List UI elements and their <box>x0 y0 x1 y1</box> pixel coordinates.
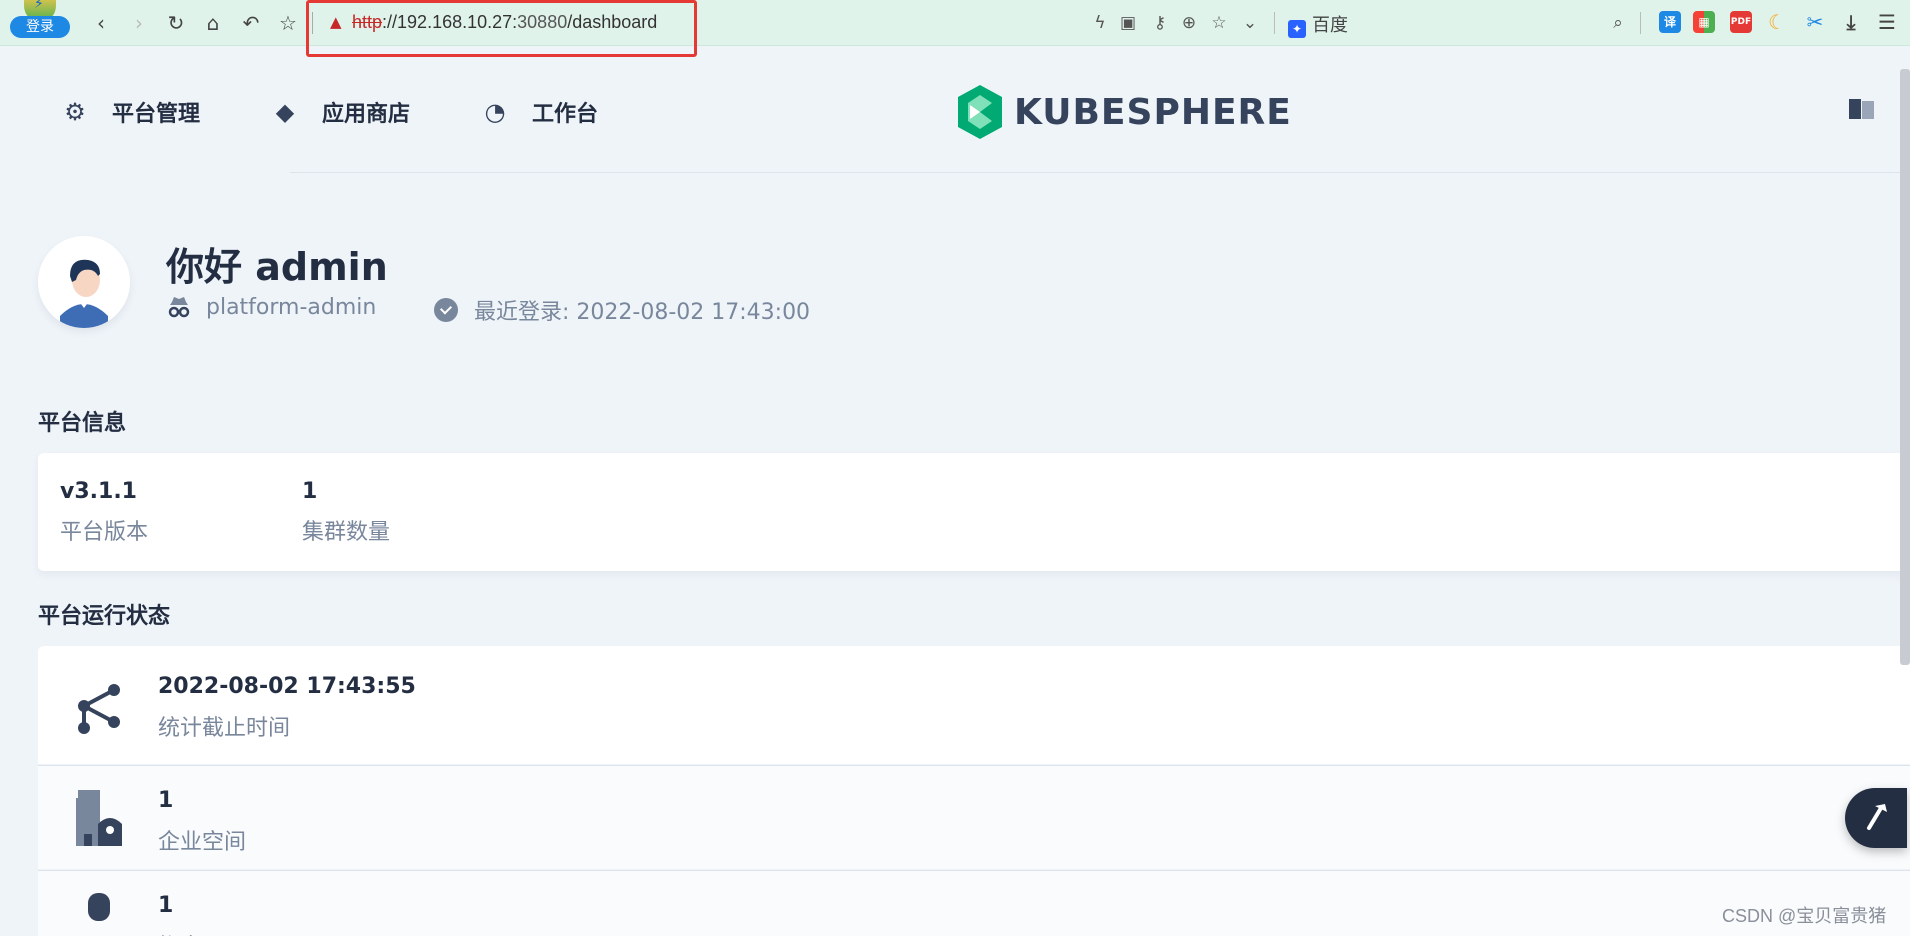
user-icon <box>88 893 110 921</box>
browser-toolbar: ⚡ 登录 ‹ › ↻ ⌂ ↶ ☆ ▲ http://192.168.10.27:… <box>0 0 1910 57</box>
search-engine-label: 百度 <box>1312 15 1348 36</box>
role-label: platform-admin <box>206 294 377 320</box>
home-icon[interactable]: ⌂ <box>200 10 226 36</box>
download-icon[interactable]: ⤓ <box>1840 11 1862 33</box>
bookmark-star-icon[interactable]: ☆ <box>275 10 301 36</box>
browser-login-badge[interactable]: ⚡ 登录 <box>10 0 70 40</box>
url-separator <box>312 12 313 34</box>
user-avatar-icon <box>38 236 130 328</box>
pdf-extension-icon[interactable]: PDF <box>1730 11 1752 33</box>
toolbox-button[interactable] <box>1845 788 1907 848</box>
refresh-icon[interactable]: ↻ <box>163 10 189 36</box>
insecure-warning-icon[interactable]: ▲ <box>330 13 342 31</box>
platform-status-title: 平台运行状态 <box>38 604 171 629</box>
status-row-stat-time: 2022-08-02 17:43:55 统计截止时间 <box>38 646 1910 764</box>
undo-icon[interactable]: ↶ <box>238 10 264 36</box>
key-icon[interactable]: ⚷ <box>1148 11 1172 35</box>
favorite-icon[interactable]: ☆ <box>1207 11 1231 35</box>
nav-app-store[interactable]: ◆ 应用商店 <box>270 97 410 127</box>
status-row-accounts[interactable]: 1 帐户 <box>38 870 1910 936</box>
building-icon <box>76 790 122 846</box>
last-login-text: 最近登录: 2022-08-02 17:43:00 <box>474 300 811 325</box>
kubesphere-logo[interactable]: KUBESPHERE <box>956 85 1292 139</box>
page-scrollbar[interactable] <box>1900 69 1910 665</box>
status-row-workspaces[interactable]: 1 企业空间 <box>38 765 1910 869</box>
incognito-icon <box>168 297 190 318</box>
cluster-count-label: 集群数量 <box>302 520 391 545</box>
platform-info-title: 平台信息 <box>38 411 127 436</box>
gear-icon: ⚙ <box>64 98 86 126</box>
platform-info-card: v3.1.1 平台版本 1 集群数量 <box>38 453 1910 571</box>
url-text[interactable]: http://192.168.10.27:30880/dashboard <box>352 12 657 33</box>
nav-label: 平台管理 <box>112 102 201 127</box>
login-label: 登录 <box>10 16 70 38</box>
last-login: 最近登录: 2022-08-02 17:43:00 <box>434 294 810 326</box>
cluster-count-value: 1 <box>302 479 318 504</box>
chevron-down-icon[interactable]: ⌄ <box>1238 11 1262 35</box>
zoom-icon[interactable]: ⊕ <box>1177 11 1201 35</box>
layers-icon: ◆ <box>275 98 295 126</box>
platform-version-value: v3.1.1 <box>60 479 137 504</box>
toolbar-divider <box>1640 12 1641 34</box>
hammer-icon <box>1867 804 1887 830</box>
kubesphere-logo-icon <box>958 85 1002 139</box>
stat-time-label: 统计截止时间 <box>158 716 291 741</box>
stat-time-value: 2022-08-02 17:43:55 <box>158 674 416 699</box>
dashboard-icon: ◔ <box>484 98 506 126</box>
workspaces-label: 企业空间 <box>158 830 247 855</box>
accounts-value: 1 <box>158 893 174 918</box>
nav-label: 应用商店 <box>322 102 411 127</box>
share-icon <box>78 684 120 734</box>
search-icon[interactable]: ⌕ <box>1606 11 1630 35</box>
search-engine-selector[interactable]: ✦ 百度 <box>1288 11 1348 38</box>
clock-icon <box>434 298 458 322</box>
accounts-label: 帐户 <box>158 929 202 936</box>
avatar[interactable] <box>38 236 130 328</box>
platform-version: v3.1.1 平台版本 <box>60 479 148 546</box>
platform-version-label: 平台版本 <box>60 520 149 545</box>
url-port: 30880 <box>517 12 568 32</box>
nav-label: 工作台 <box>532 102 599 127</box>
user-role: platform-admin <box>166 294 376 320</box>
nav-workbench[interactable]: ◔ 工作台 <box>480 97 599 127</box>
back-icon[interactable]: ‹ <box>88 10 114 36</box>
translate-extension-icon[interactable]: 译 <box>1659 11 1681 33</box>
url-protocol: http <box>352 12 383 32</box>
moon-icon[interactable]: ☾ <box>1766 11 1788 33</box>
baidu-paw-icon: ✦ <box>1288 20 1306 38</box>
greeting-title: 你好 admin <box>166 245 388 289</box>
docs-book-icon[interactable] <box>1849 99 1875 119</box>
brand-name: KUBESPHERE <box>1014 91 1292 133</box>
workspaces-value: 1 <box>158 788 174 813</box>
app-header: ⚙ 平台管理 ◆ 应用商店 ◔ 工作台 KUBESPHERE <box>0 47 1910 173</box>
qrcode-icon[interactable]: ▣ <box>1116 11 1140 35</box>
forward-icon[interactable]: › <box>126 10 152 36</box>
apps-extension-icon[interactable]: ▦ <box>1693 11 1715 33</box>
header-divider <box>290 172 1910 173</box>
flash-icon[interactable]: ϟ <box>1088 11 1112 35</box>
toolbar-divider <box>1274 12 1275 34</box>
watermark: CSDN @宝贝富贵猪 <box>1722 906 1887 926</box>
cluster-count: 1 集群数量 <box>302 479 390 546</box>
url-path: /dashboard <box>567 12 658 32</box>
url-host: ://192.168.10.27: <box>382 12 518 32</box>
scissors-icon[interactable]: ✂ <box>1804 11 1826 33</box>
menu-icon[interactable]: ☰ <box>1876 11 1898 33</box>
nav-platform-management[interactable]: ⚙ 平台管理 <box>60 97 200 127</box>
